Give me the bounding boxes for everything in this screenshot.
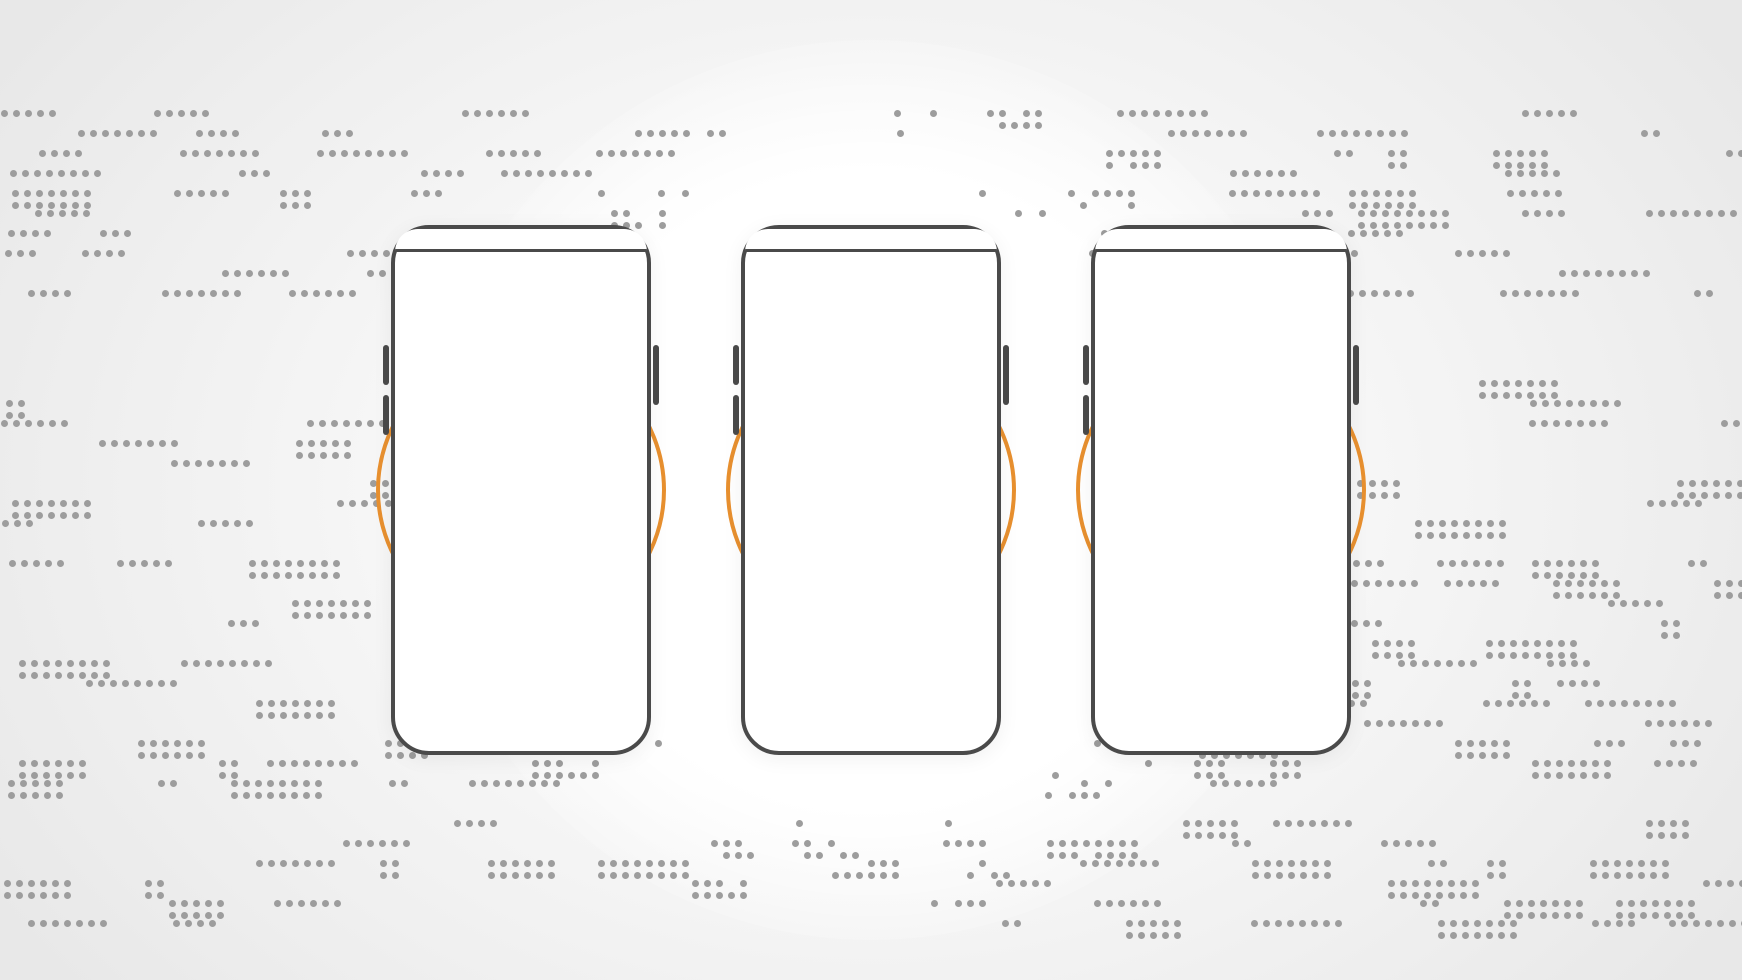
phone-frame: [391, 225, 651, 755]
phone-mockup-3: [1091, 225, 1351, 755]
volume-up-button-icon: [383, 345, 389, 385]
volume-down-button-icon: [383, 395, 389, 435]
phone-bezel-top: [745, 229, 997, 252]
volume-down-button-icon: [1083, 395, 1089, 435]
phone-mockup-1: [391, 225, 651, 755]
phones-row: [391, 225, 1351, 755]
power-button-icon: [1353, 345, 1359, 405]
volume-up-button-icon: [733, 345, 739, 385]
illustration-canvas: [0, 0, 1742, 980]
phone-bezel-top: [395, 229, 647, 252]
phone-mockup-2: [741, 225, 1001, 755]
power-button-icon: [1003, 345, 1009, 405]
volume-up-button-icon: [1083, 345, 1089, 385]
phone-bezel-top: [1095, 229, 1347, 252]
phone-frame: [1091, 225, 1351, 755]
phone-frame: [741, 225, 1001, 755]
volume-down-button-icon: [733, 395, 739, 435]
power-button-icon: [653, 345, 659, 405]
